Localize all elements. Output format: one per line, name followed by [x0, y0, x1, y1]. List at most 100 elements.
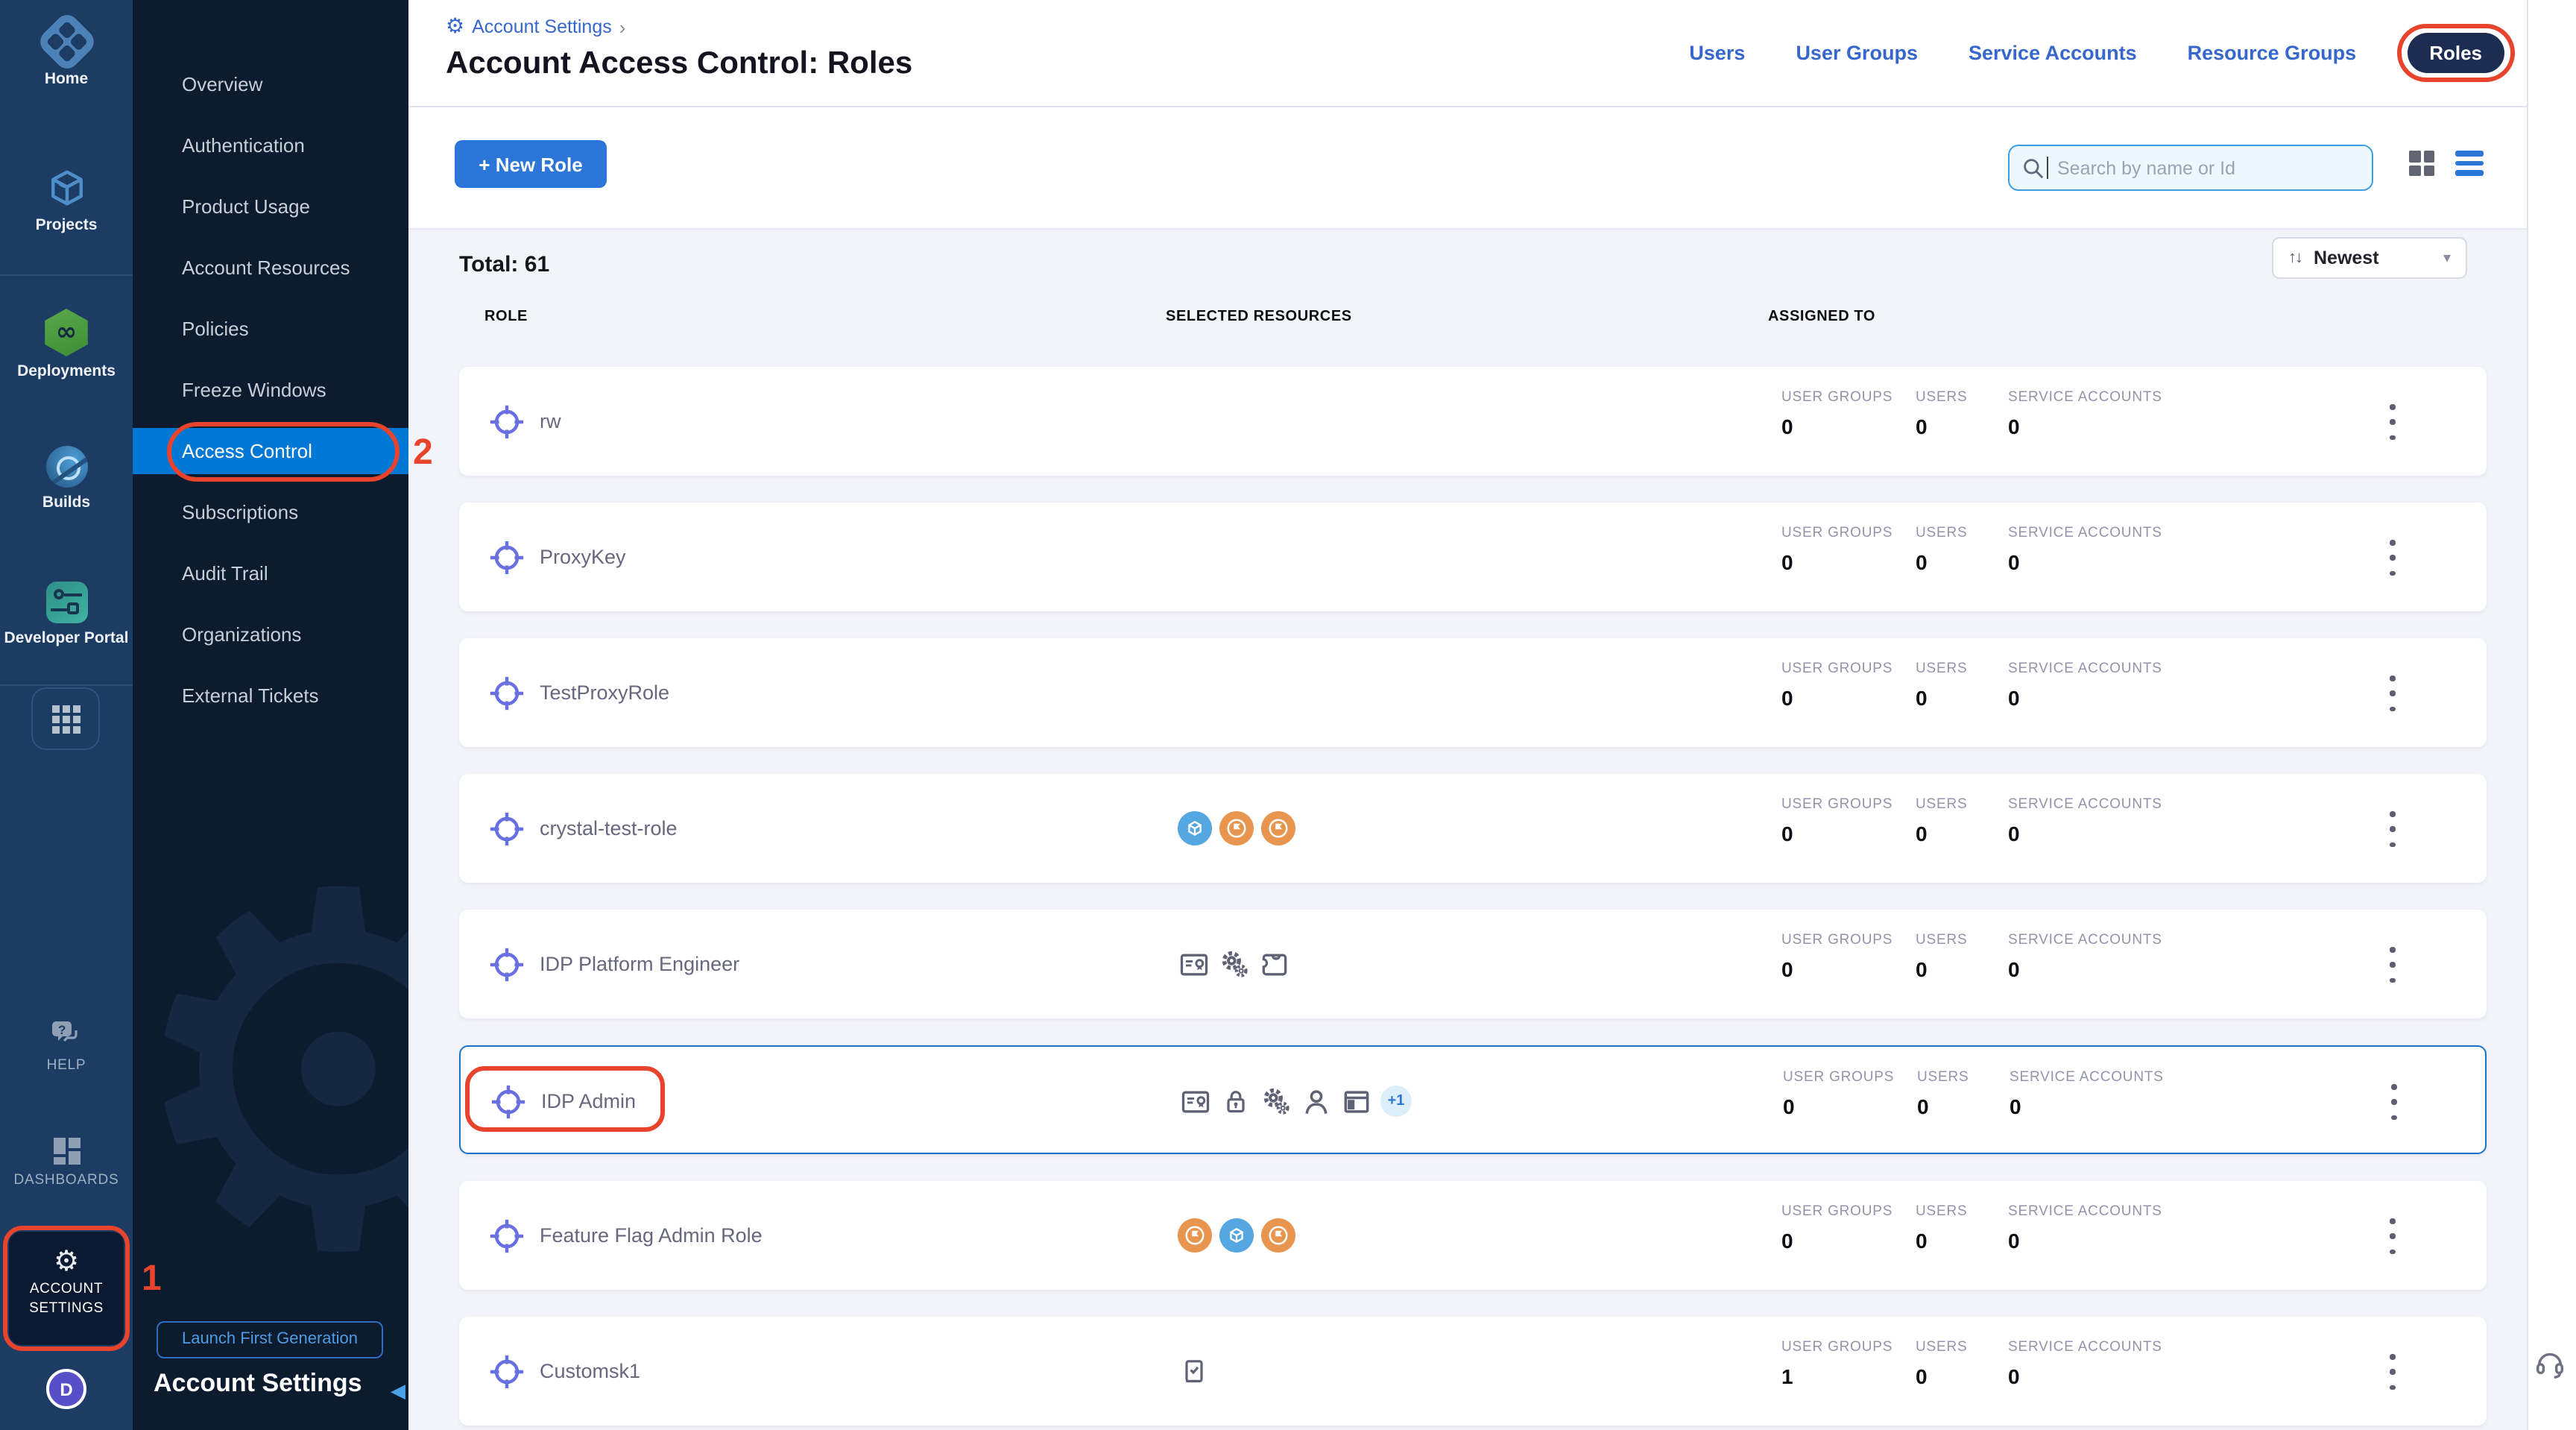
assigned-count: 0	[1916, 550, 1928, 574]
role-row[interactable]: rwUSER GROUPS0USERS0SERVICE ACCOUNTS0	[459, 367, 2487, 476]
row-menu-button[interactable]	[2382, 947, 2403, 983]
assigned-count: 0	[2008, 1364, 2020, 1388]
assigned-label: USER GROUPS	[1781, 796, 1892, 813]
module-label: DASHBOARDS	[0, 1172, 133, 1190]
assigned-count: 0	[1781, 550, 1793, 574]
support-headset-icon[interactable]	[2533, 1346, 2567, 1381]
sidebar-item-projects[interactable]: Projects	[0, 166, 133, 234]
settings-item-external-tickets[interactable]: External Tickets	[133, 665, 408, 726]
tab-resource-groups[interactable]: Resource Groups	[2188, 42, 2357, 64]
settings-item-account-resources[interactable]: Account Resources	[133, 237, 408, 298]
main-content: ⚙ Account Settings › Account Access Cont…	[408, 0, 2576, 1430]
settings-item-organizations[interactable]: Organizations	[133, 604, 408, 665]
annotation-number-1: 1	[142, 1259, 162, 1300]
row-menu-button[interactable]	[2382, 675, 2403, 711]
new-role-button[interactable]: + New Role	[455, 140, 607, 188]
role-target-icon	[486, 401, 528, 450]
sort-dropdown[interactable]: ↑↓ Newest ▾	[2272, 237, 2467, 279]
sidebar-item-dashboards[interactable]: DASHBOARDS	[0, 1136, 133, 1190]
assigned-count: 0	[1781, 822, 1793, 845]
assigned-label: USERS	[1916, 1203, 1967, 1220]
role-row[interactable]: crystal-test-roleUSER GROUPS0USERS0SERVI…	[459, 774, 2487, 883]
role-row[interactable]: IDP Platform EngineerUSER GROUPS0USERS0S…	[459, 910, 2487, 1018]
selected-resources	[1178, 774, 1295, 883]
assigned-label: SERVICE ACCOUNTS	[2008, 1339, 2162, 1355]
assigned-count: 0	[1781, 415, 1793, 438]
assigned-count: 0	[1916, 686, 1928, 710]
settings-item-access-control[interactable]: Access Control	[133, 428, 408, 474]
grid-icon	[51, 705, 80, 733]
sidebar-collapse-icon[interactable]: ◀	[391, 1381, 405, 1403]
tab-users[interactable]: Users	[1689, 42, 1745, 64]
row-menu-button[interactable]	[2382, 811, 2403, 847]
settings-item-audit-trail[interactable]: Audit Trail	[133, 543, 408, 604]
breadcrumb-link[interactable]: Account Settings	[472, 16, 612, 37]
deployments-icon: ∞	[42, 309, 90, 356]
assigned-count: 0	[1783, 1094, 1795, 1118]
role-row[interactable]: Customsk1USER GROUPS1USERS0SERVICE ACCOU…	[459, 1317, 2487, 1426]
user-avatar[interactable]: D	[46, 1369, 86, 1409]
module-selector-button[interactable]	[31, 687, 100, 750]
assigned-label: USERS	[1916, 932, 1967, 948]
sidebar-item-developer-portal[interactable]: Developer Portal	[0, 582, 133, 647]
tab-user-groups[interactable]: User Groups	[1796, 42, 1918, 64]
assigned-label: USERS	[1916, 661, 1967, 677]
tab-roles-active[interactable]: Roles	[2407, 33, 2504, 73]
role-name: rw	[540, 367, 561, 476]
row-menu-button[interactable]	[2382, 1218, 2403, 1254]
role-target-icon	[486, 944, 528, 993]
assigned-count: 1	[1781, 1364, 1793, 1388]
settings-item-freeze-windows[interactable]: Freeze Windows	[133, 359, 408, 421]
chevron-down-icon: ▾	[2443, 250, 2451, 266]
sort-value: Newest	[2314, 248, 2431, 268]
app-window: Home Projects ∞ Deployments Builds Devel…	[0, 0, 2576, 1430]
launch-first-generation-button[interactable]: Launch First Generation	[157, 1321, 383, 1358]
settings-item-authentication[interactable]: Authentication	[133, 115, 408, 176]
selected-resources	[1178, 1181, 1295, 1290]
assigned-label: USER GROUPS	[1781, 389, 1892, 406]
role-name: IDP Platform Engineer	[540, 910, 739, 1018]
search-input[interactable]	[2057, 157, 2340, 178]
user-icon	[1300, 1085, 1333, 1118]
sidebar-item-help[interactable]: ? HELP	[0, 1018, 133, 1075]
assigned-label: SERVICE ACCOUNTS	[2008, 1203, 2162, 1220]
row-menu-button[interactable]	[2382, 1354, 2403, 1390]
dashboards-icon	[0, 1136, 133, 1166]
assigned-count: 0	[1916, 1364, 1928, 1388]
assigned-count: 0	[1916, 1229, 1928, 1253]
role-row[interactable]: TestProxyRoleUSER GROUPS0USERS0SERVICE A…	[459, 638, 2487, 747]
search-box[interactable]	[2008, 145, 2373, 191]
settings-item-overview[interactable]: Overview	[133, 54, 408, 115]
sidebar-divider	[0, 274, 133, 276]
sidebar-item-deployments[interactable]: ∞ Deployments	[0, 309, 133, 380]
settings-item-subscriptions[interactable]: Subscriptions	[133, 482, 408, 543]
tab-service-accounts[interactable]: Service Accounts	[1969, 42, 2137, 64]
certificates-icon	[1179, 1085, 1212, 1118]
feature-flags-icon	[1178, 1218, 1212, 1253]
settings-item-product-usage[interactable]: Product Usage	[133, 176, 408, 237]
gear-icon: ⚙	[9, 1247, 124, 1276]
row-menu-button[interactable]	[2382, 404, 2403, 440]
chevron-right-icon: ›	[619, 16, 626, 38]
feature-flags-icon	[1219, 811, 1254, 845]
page-header: ⚙ Account Settings › Account Access Cont…	[408, 0, 2576, 107]
role-row[interactable]: Feature Flag Admin RoleUSER GROUPS0USERS…	[459, 1181, 2487, 1290]
module-label: ACCOUNT	[30, 1281, 103, 1297]
role-row[interactable]: IDP Admin+1USER GROUPS0USERS0SERVICE ACC…	[459, 1045, 2487, 1154]
settings-item-policies[interactable]: Policies	[133, 298, 408, 359]
environments-icon	[1178, 811, 1212, 845]
assigned-label: USERS	[1916, 796, 1967, 813]
assigned-label: SERVICE ACCOUNTS	[2010, 1069, 2164, 1086]
sidebar-item-home[interactable]: Home	[0, 19, 133, 88]
role-row[interactable]: ProxyKeyUSER GROUPS0USERS0SERVICE ACCOUN…	[459, 503, 2487, 611]
list-view-toggle[interactable]	[2455, 151, 2484, 176]
grid-view-toggle[interactable]	[2409, 151, 2434, 176]
row-menu-button[interactable]	[2384, 1084, 2405, 1120]
role-name: ProxyKey	[540, 503, 626, 611]
module-label: Developer Portal	[0, 629, 133, 647]
row-menu-button[interactable]	[2382, 540, 2403, 576]
assigned-label: USERS	[1917, 1069, 1969, 1086]
sidebar-item-account-settings[interactable]: ⚙ ACCOUNT SETTINGS	[9, 1232, 124, 1345]
certificates-icon	[1178, 948, 1210, 980]
sidebar-item-builds[interactable]: Builds	[0, 446, 133, 511]
